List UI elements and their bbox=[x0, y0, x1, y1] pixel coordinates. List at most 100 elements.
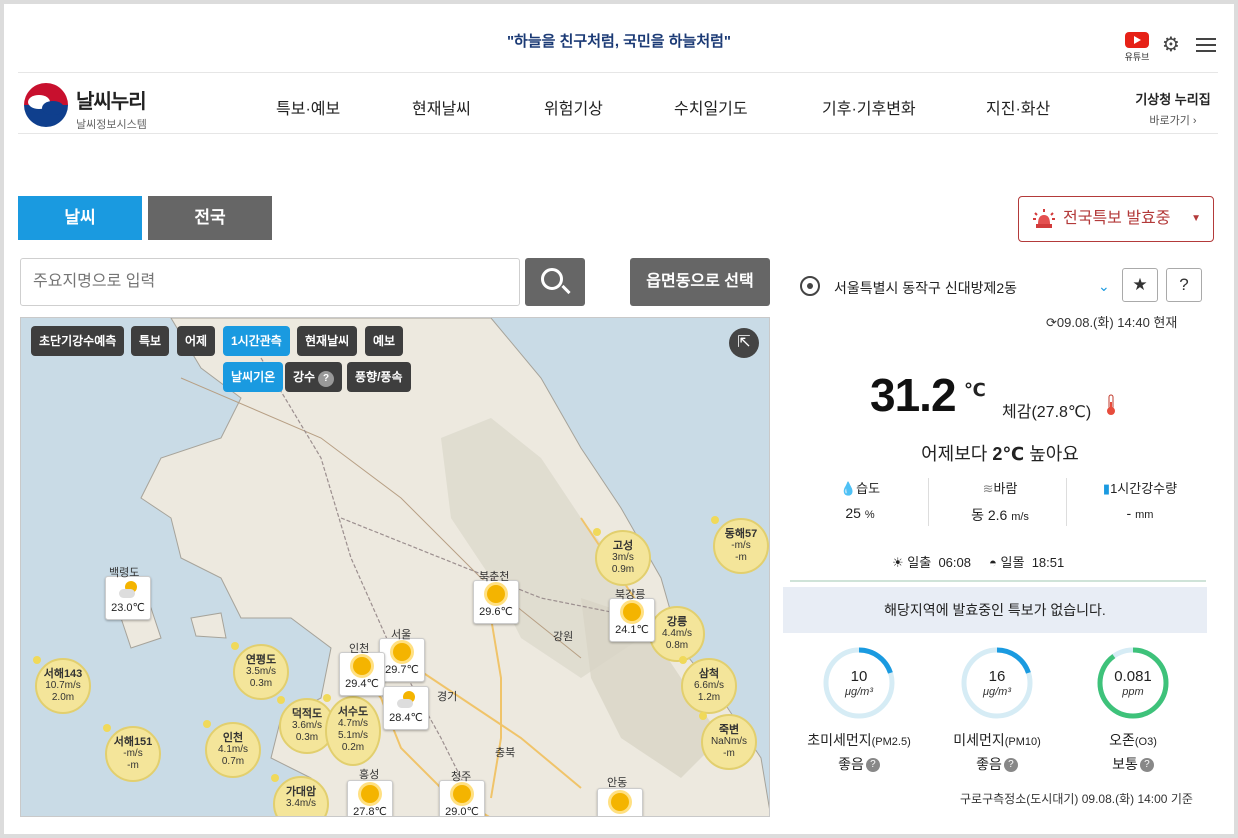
sun-icon bbox=[611, 793, 629, 811]
gauge-grade: 좋음? bbox=[794, 754, 924, 774]
town-select-button[interactable]: 읍면동으로 선택 bbox=[630, 258, 770, 306]
search-icon bbox=[541, 268, 563, 290]
tab-weather[interactable]: 날씨 bbox=[18, 196, 142, 240]
refresh-icon[interactable]: ⟳ bbox=[1046, 315, 1057, 330]
nav-item-quake[interactable]: 지진·화산 bbox=[986, 95, 1050, 119]
nav-item-climate[interactable]: 기후·기후변화 bbox=[822, 95, 916, 119]
wind-value: 동 2.6 bbox=[971, 507, 1008, 523]
map-label: 백령도 bbox=[109, 567, 140, 579]
caret-down-icon: ▼ bbox=[1191, 213, 1201, 224]
station-buoy[interactable]: 서해151 -m/s -m bbox=[103, 724, 161, 782]
station-wind: 3.4m/s bbox=[285, 798, 316, 809]
map-label: 북춘천 bbox=[479, 571, 510, 583]
station-name: 동해57 bbox=[724, 528, 758, 540]
nav-item-current[interactable]: 현재날씨 bbox=[412, 95, 471, 119]
sunrise-time: 06:08 bbox=[938, 555, 971, 570]
help-button[interactable]: ? bbox=[1166, 268, 1202, 302]
youtube-icon bbox=[1125, 32, 1149, 48]
partly-cloudy-icon bbox=[397, 691, 415, 709]
station-wind: 10.7m/s bbox=[45, 680, 81, 691]
chip-warning[interactable]: 특보 bbox=[131, 326, 170, 356]
station-wave: 0.3m bbox=[249, 678, 273, 689]
gauge-name: 초미세먼지(PM2.5) bbox=[794, 730, 924, 750]
tab-national[interactable]: 전국 bbox=[148, 196, 272, 240]
help-icon[interactable]: ? bbox=[1139, 758, 1154, 773]
brand-name: 날씨누리 bbox=[76, 91, 147, 113]
kma-logo-icon[interactable] bbox=[24, 83, 68, 127]
chip-precipitation[interactable]: 강수? bbox=[285, 362, 343, 392]
weather-card[interactable]: 29.7℃ bbox=[379, 638, 425, 682]
weather-map[interactable]: 초단기강수예측 특보 어제 1시간관측 현재날씨 예보 날씨기온 강수? 풍향/… bbox=[20, 317, 770, 817]
search-input[interactable] bbox=[20, 258, 520, 306]
sun-icon bbox=[353, 657, 371, 675]
station-buoy[interactable]: 죽변 NaNm/s -m bbox=[699, 712, 757, 770]
map-label: 홍성 bbox=[359, 769, 380, 781]
card-temp: 29.0℃ bbox=[445, 806, 479, 817]
kma-homepage-link[interactable]: 기상청 누리집 바로가기 › bbox=[1128, 89, 1218, 128]
station-wind: -m/s bbox=[731, 540, 751, 551]
weather-card[interactable]: 29.6℃ bbox=[473, 580, 519, 624]
help-icon[interactable]: ? bbox=[318, 371, 335, 387]
station-wave: 0.9m bbox=[611, 564, 635, 575]
station-buoy[interactable]: 동해57 -m/s -m bbox=[711, 516, 769, 574]
chip-weather-temp[interactable]: 날씨기온 bbox=[223, 362, 284, 392]
youtube-link[interactable]: 유튜브 bbox=[1122, 32, 1152, 63]
gear-icon[interactable]: ⚙ bbox=[1162, 34, 1184, 56]
rain-label: 1시간강수량 bbox=[1110, 481, 1178, 496]
chip-wind[interactable]: 풍향/풍속 bbox=[347, 362, 411, 392]
station-buoy[interactable]: 서수도 4.7m/s 5.1m/s 0.2m bbox=[323, 694, 381, 766]
station-name: 덕적도 bbox=[291, 708, 323, 720]
humidity-label: 습도 bbox=[856, 481, 881, 496]
station-buoy[interactable]: 고성 3m/s 0.9m bbox=[593, 528, 651, 586]
station-buoy[interactable]: 삼척 6.6m/s 1.2m bbox=[679, 656, 737, 714]
weather-card[interactable]: 29.4℃ bbox=[339, 652, 385, 696]
map-label: 충북 bbox=[495, 747, 516, 759]
chip-nowcast[interactable]: 초단기강수예측 bbox=[31, 326, 125, 356]
kma-homepage-title: 기상청 누리집 bbox=[1135, 92, 1211, 107]
chip-forecast[interactable]: 예보 bbox=[365, 326, 404, 356]
station-wave: 0.8m bbox=[665, 640, 689, 651]
nav-item-chart[interactable]: 수치일기도 bbox=[674, 95, 748, 119]
updated-label: 09.08.(화) 14:40 현재 bbox=[1056, 315, 1178, 330]
divider bbox=[790, 580, 1206, 582]
updated-time[interactable]: ⟳09.08.(화) 14:40 현재 bbox=[1046, 312, 1177, 331]
station-wave: -m bbox=[127, 760, 139, 771]
compare-yesterday: 어제보다 2℃ 높아요 bbox=[790, 440, 1210, 466]
external-link-icon[interactable]: ⇱ bbox=[729, 328, 759, 358]
weather-card[interactable]: 24.1℃ bbox=[609, 598, 655, 642]
national-alert-button[interactable]: 전국특보 발효중 ▼ bbox=[1018, 196, 1214, 242]
grade-label: 좋음 bbox=[838, 756, 864, 772]
hamburger-menu-icon[interactable] bbox=[1196, 38, 1216, 56]
station-wind: 3.5m/s bbox=[245, 666, 276, 677]
nav-item-forecast[interactable]: 특보·예보 bbox=[276, 95, 340, 119]
nav-item-hazard[interactable]: 위험기상 bbox=[544, 95, 603, 119]
weather-card[interactable]: 23.0℃ bbox=[105, 576, 151, 620]
weather-card[interactable]: 27.8℃ bbox=[347, 780, 393, 816]
gauge-name: 오존(O3) bbox=[1068, 730, 1198, 750]
brand-sub: 날씨정보시스템 bbox=[76, 119, 147, 131]
chip-yesterday[interactable]: 어제 bbox=[177, 326, 216, 356]
help-icon[interactable]: ? bbox=[865, 758, 880, 773]
brand[interactable]: 날씨누리 날씨정보시스템 bbox=[76, 85, 147, 132]
weather-card[interactable]: 29.0℃ bbox=[439, 780, 485, 817]
current-location-icon[interactable] bbox=[800, 276, 820, 296]
chevron-down-icon[interactable]: ⌄ bbox=[1098, 278, 1110, 295]
weather-card[interactable] bbox=[597, 788, 643, 816]
help-icon[interactable]: ? bbox=[1003, 758, 1018, 773]
chip-1h-observation[interactable]: 1시간관측 bbox=[223, 326, 290, 356]
favorite-star-icon[interactable]: ★ bbox=[1122, 268, 1158, 302]
chip-current-weather[interactable]: 현재날씨 bbox=[297, 326, 358, 356]
card-temp: 29.7℃ bbox=[385, 664, 419, 676]
card-temp: 28.4℃ bbox=[389, 712, 423, 724]
search-button[interactable] bbox=[525, 258, 585, 306]
location-name[interactable]: 서울특별시 동작구 신대방제2동 bbox=[834, 278, 1017, 298]
sunrise-label: 일출 bbox=[907, 555, 932, 570]
station-buoy[interactable]: 인천 4.1m/s 0.7m bbox=[203, 720, 261, 778]
station-buoy[interactable]: 연평도 3.5m/s 0.3m bbox=[231, 642, 289, 700]
weather-card[interactable]: 28.4℃ bbox=[383, 686, 429, 730]
station-buoy[interactable]: 서해143 10.7m/s 2.0m bbox=[33, 656, 91, 714]
sunset-label: 일몰 bbox=[1000, 555, 1025, 570]
current-temperature: 31.2 bbox=[870, 369, 957, 421]
station-buoy[interactable]: 강릉 4.4m/s 0.8m bbox=[647, 604, 705, 662]
map-label: 서울 bbox=[391, 629, 412, 641]
